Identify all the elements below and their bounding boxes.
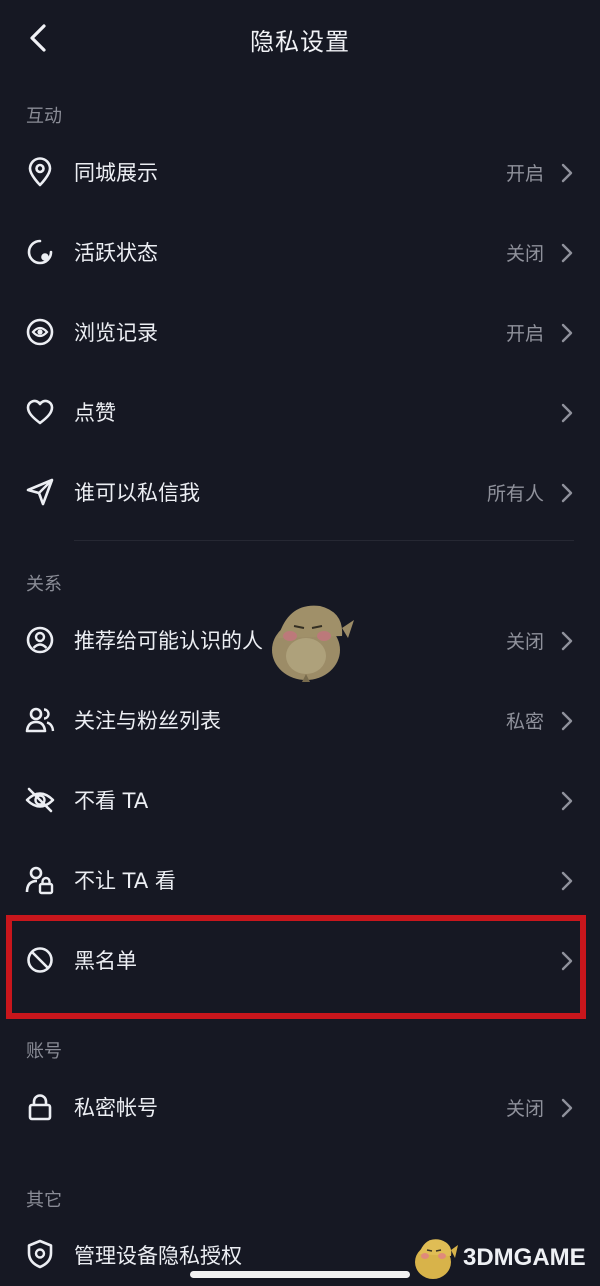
row-value: 私密 xyxy=(505,711,544,733)
settings-row-nearby-display[interactable]: 同城展示 开启 xyxy=(0,133,600,213)
location-pin-icon xyxy=(24,156,56,188)
row-label: 管理设备隐私授权 xyxy=(74,1244,242,1268)
chevron-right-icon xyxy=(561,483,573,503)
user-lock-icon xyxy=(24,864,56,896)
row-label: 不让 TA 看 xyxy=(74,869,176,893)
user-circle-icon xyxy=(24,624,56,656)
lock-icon xyxy=(24,1091,56,1123)
settings-row-likes[interactable]: 点赞 xyxy=(0,373,600,453)
shield-icon xyxy=(24,1238,56,1270)
home-indicator[interactable] xyxy=(190,1271,410,1278)
row-value: 所有人 xyxy=(486,483,544,505)
settings-row-hide-from-them[interactable]: 不让 TA 看 xyxy=(0,841,600,921)
row-value: 开启 xyxy=(505,163,544,185)
chevron-right-icon xyxy=(561,403,573,423)
settings-row-active-status[interactable]: 活跃状态 关闭 xyxy=(0,213,600,293)
row-label: 不看 TA xyxy=(74,789,149,813)
paper-plane-icon xyxy=(24,476,56,508)
eye-icon xyxy=(24,316,56,348)
mascot-logo-icon xyxy=(415,1239,458,1279)
eye-off-icon xyxy=(24,784,56,816)
users-icon xyxy=(24,704,56,736)
row-label: 点赞 xyxy=(74,401,116,425)
settings-row-who-can-message[interactable]: 谁可以私信我 所有人 xyxy=(0,453,600,533)
row-label: 谁可以私信我 xyxy=(74,481,200,505)
activity-status-icon xyxy=(24,236,56,268)
chevron-right-icon xyxy=(561,951,573,971)
top-bar: 隐私设置 xyxy=(0,0,600,80)
chevron-right-icon xyxy=(561,163,573,183)
section-divider xyxy=(74,540,574,541)
settings-row-dont-see-them[interactable]: 不看 TA xyxy=(0,761,600,841)
row-label: 同城展示 xyxy=(74,161,158,185)
row-label: 推荐给可能认识的人 xyxy=(74,629,263,653)
row-value: 关闭 xyxy=(505,631,544,653)
settings-row-private-account[interactable]: 私密帐号 关闭 xyxy=(0,1068,600,1148)
section-label-relations: 关系 xyxy=(26,574,62,595)
settings-row-browsing-history[interactable]: 浏览记录 开启 xyxy=(0,293,600,373)
chevron-right-icon xyxy=(561,631,573,651)
row-value: 关闭 xyxy=(505,243,544,265)
row-value: 开启 xyxy=(505,323,544,345)
row-label: 活跃状态 xyxy=(74,241,158,265)
row-label: 关注与粉丝列表 xyxy=(74,709,221,733)
page-title: 隐私设置 xyxy=(250,28,350,56)
heart-icon xyxy=(24,396,56,428)
chevron-right-icon xyxy=(561,1098,573,1118)
chevron-right-icon xyxy=(561,323,573,343)
section-label-interaction: 互动 xyxy=(26,106,62,127)
row-label: 浏览记录 xyxy=(74,321,158,345)
row-value: 关闭 xyxy=(505,1098,544,1120)
section-label-account: 账号 xyxy=(26,1041,62,1062)
chevron-right-icon xyxy=(561,871,573,891)
row-label: 私密帐号 xyxy=(74,1096,158,1120)
block-icon xyxy=(24,944,56,976)
chevron-right-icon xyxy=(561,791,573,811)
mascot-watermark-icon xyxy=(272,605,354,682)
settings-row-follow-fans-list[interactable]: 关注与粉丝列表 私密 xyxy=(0,681,600,761)
settings-row-blacklist[interactable]: 黑名单 xyxy=(0,921,600,1001)
chevron-right-icon xyxy=(561,711,573,731)
chevron-right-icon xyxy=(561,243,573,263)
section-label-other: 其它 xyxy=(26,1190,62,1211)
watermark-logo: 3DMGAME xyxy=(409,1236,597,1282)
row-label: 黑名单 xyxy=(74,949,137,973)
watermark-text: 3DMGAME xyxy=(463,1244,586,1271)
